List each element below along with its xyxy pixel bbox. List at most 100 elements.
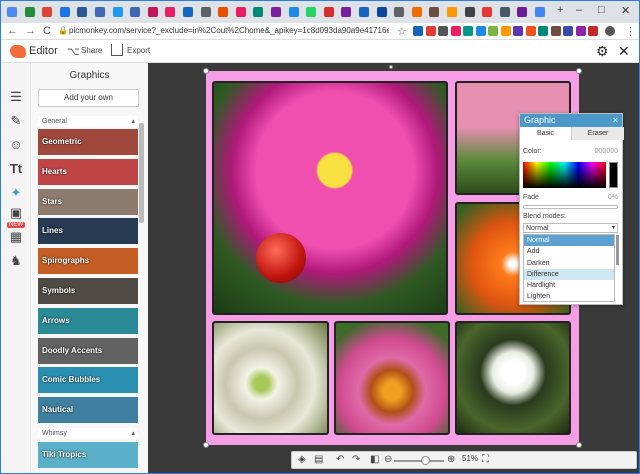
export-icon[interactable] [111, 44, 123, 56]
tab-basic[interactable]: Basic [520, 127, 572, 140]
group-general[interactable]: General ▴ [38, 116, 138, 127]
extension-icon[interactable] [425, 26, 436, 36]
browser-tab[interactable] [5, 6, 19, 19]
browser-tab[interactable] [304, 6, 318, 19]
graphic-category[interactable]: Nautical [38, 397, 138, 424]
extension-icon[interactable] [575, 26, 586, 36]
resize-handle-tr[interactable] [576, 68, 582, 74]
browser-tab[interactable] [251, 6, 265, 19]
browser-tab[interactable] [427, 6, 441, 19]
browser-tab[interactable] [199, 6, 213, 19]
compare-icon[interactable]: ◧ [370, 454, 379, 465]
browser-tab[interactable] [375, 6, 389, 19]
browser-tab[interactable] [216, 6, 230, 19]
face-icon[interactable]: ☺ [8, 137, 24, 153]
graphic-category[interactable]: Tiki Tropics [38, 442, 138, 468]
browser-tab[interactable] [287, 6, 301, 19]
close-icon[interactable]: ✕ [618, 43, 630, 60]
text-icon[interactable]: Tt [8, 161, 24, 177]
dialog-close-icon[interactable]: × [613, 114, 618, 127]
graphic-category[interactable]: Comic Bubbles [38, 367, 138, 394]
browser-tab[interactable] [58, 6, 72, 19]
blend-option[interactable]: Lighten [524, 291, 614, 301]
browser-tab[interactable] [445, 6, 459, 19]
photo-white-chrysanthemum[interactable] [212, 321, 329, 435]
minimize-button[interactable]: – [576, 4, 582, 16]
browser-tab[interactable] [498, 6, 512, 19]
zoom-slider[interactable] [394, 460, 444, 462]
tab-eraser[interactable]: Eraser [572, 127, 624, 140]
browser-tab[interactable] [269, 6, 283, 19]
extension-icon[interactable] [450, 26, 461, 36]
share-button[interactable]: Share [81, 46, 102, 55]
url-field[interactable]: picmonkey.com/service?_exclude=in%2Cout%… [69, 24, 389, 38]
texture-icon[interactable]: ▦ [8, 229, 24, 245]
extension-icon[interactable] [538, 26, 548, 36]
graphic-category[interactable]: Geometric [38, 129, 138, 155]
redo-icon[interactable]: ↷ [352, 454, 360, 465]
extension-icon[interactable] [588, 26, 598, 36]
color-hex-value[interactable]: 000000 [595, 148, 618, 155]
export-button[interactable]: Export [127, 46, 150, 55]
extension-icon[interactable] [550, 26, 561, 36]
color-spectrum[interactable] [523, 162, 606, 188]
photo-coneflower[interactable] [334, 321, 450, 435]
browser-tab[interactable] [410, 6, 424, 19]
close-window-button[interactable]: ✕ [621, 4, 630, 17]
new-tab-button[interactable]: + [557, 4, 563, 16]
graphic-category[interactable]: Doodly Accents [38, 337, 138, 364]
browser-tab[interactable] [40, 6, 54, 19]
extension-icon[interactable] [500, 26, 511, 36]
browser-tab[interactable] [480, 6, 494, 19]
browser-tab[interactable] [75, 6, 89, 19]
layers-icon[interactable]: ◈ [298, 454, 306, 465]
browser-tab[interactable] [515, 6, 529, 19]
butterfly-icon[interactable]: ✦ [8, 185, 24, 201]
blend-select[interactable]: Normal ▾ [523, 223, 618, 233]
extension-icon[interactable] [513, 26, 523, 36]
browser-tab[interactable] [181, 6, 195, 19]
browser-tab[interactable] [111, 6, 125, 19]
browser-tab[interactable] [339, 6, 353, 19]
fullscreen-icon[interactable]: ⛶ [482, 454, 489, 465]
zoom-in-icon[interactable]: ⊕ [447, 454, 455, 465]
graphic-category[interactable]: Spirographs [38, 248, 138, 275]
browser-tab[interactable] [93, 6, 107, 19]
blend-option[interactable]: Add [524, 246, 614, 257]
chrome-menu-icon[interactable]: ⋮ [625, 25, 636, 38]
browser-tab[interactable] [463, 6, 477, 19]
browser-tab[interactable] [23, 6, 37, 19]
photo-white-apple-blossom[interactable] [455, 321, 571, 435]
graphic-category[interactable]: Lines [38, 218, 138, 245]
graphic-category[interactable]: Hearts [38, 158, 138, 185]
magic-wand-icon[interactable]: ✎ [8, 113, 24, 129]
browser-tab[interactable] [357, 6, 371, 19]
dialog-header[interactable]: Graphic × [520, 114, 622, 127]
back-button[interactable]: ← [7, 25, 18, 37]
extension-icon[interactable] [525, 26, 536, 36]
group-whimsy[interactable]: Whimsy ▴ [38, 428, 138, 439]
gear-icon[interactable]: ⚙ [596, 43, 609, 60]
blend-option[interactable]: Darken [524, 258, 614, 269]
reload-button[interactable]: C [43, 25, 51, 37]
extension-icon[interactable] [438, 26, 448, 36]
panel-scrollbar[interactable] [139, 123, 144, 223]
maximize-button[interactable]: □ [598, 4, 605, 16]
extension-icon[interactable] [463, 26, 473, 36]
browser-tab[interactable] [234, 6, 248, 19]
share-icon[interactable]: ⌥ [67, 45, 80, 58]
blend-option[interactable]: Hardlight [524, 280, 614, 291]
browser-tab[interactable] [322, 6, 336, 19]
add-your-own-button[interactable]: Add your own [38, 89, 139, 107]
bookmark-star-icon[interactable]: ☆ [397, 25, 407, 38]
resize-handle-bl[interactable] [203, 442, 209, 448]
frame-icon[interactable]: ▣ [8, 205, 24, 221]
forward-button[interactable]: → [25, 25, 36, 37]
zoom-slider-knob[interactable] [420, 456, 430, 465]
browser-tab[interactable] [392, 6, 406, 19]
rotate-handle[interactable] [389, 65, 393, 69]
undo-icon[interactable]: ↶ [336, 454, 344, 465]
profile-avatar[interactable] [605, 26, 615, 36]
browser-tab[interactable] [128, 6, 142, 19]
extension-icon[interactable] [413, 26, 423, 36]
